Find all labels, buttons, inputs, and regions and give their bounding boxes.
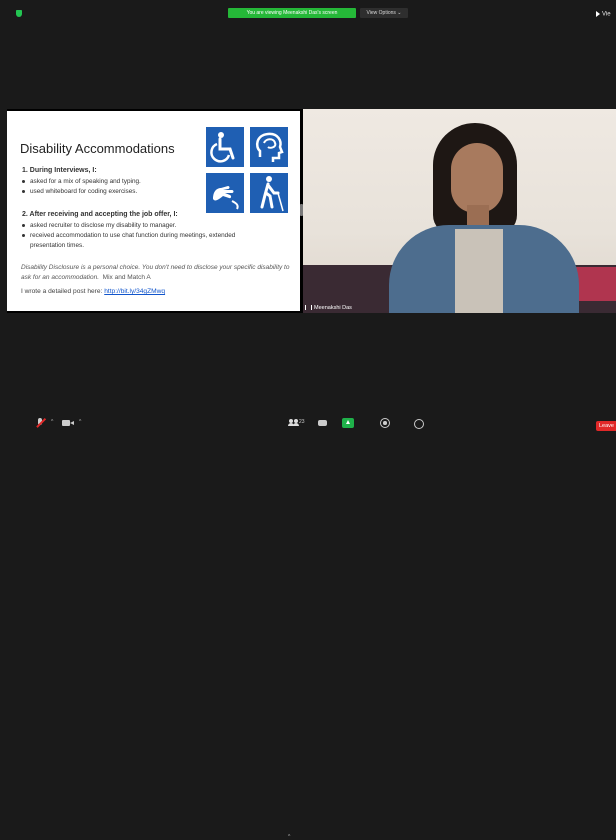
post-link[interactable]: http://bit.ly/34gZMwq — [104, 288, 165, 295]
viewing-screen-banner: You are viewing Meenakshi Das's screen — [228, 8, 356, 18]
participants-caret[interactable]: ^ — [288, 834, 290, 840]
section-2-heading: 2. After receiving and accepting the job… — [22, 211, 178, 218]
disclosure-note-tail: Mix and Match A — [102, 273, 151, 281]
person-shirt — [455, 229, 503, 313]
participant-video — [303, 109, 616, 313]
bullet-dot-icon — [22, 179, 25, 183]
chat-icon — [318, 420, 327, 426]
bullet-dot-icon — [22, 189, 25, 193]
shared-slide: Disability Accommodations 1. During Inte… — [7, 111, 300, 311]
bullet-text: used whiteboard for coding exercises. — [30, 188, 138, 195]
video-button[interactable] — [62, 417, 74, 429]
view-button[interactable]: Vie — [596, 11, 611, 18]
list-item: asked for a mix of speaking and typing. — [22, 178, 141, 185]
top-bar: You are viewing Meenakshi Das's screen V… — [0, 0, 616, 18]
section-1-heading: 1. During Interviews, I: — [22, 167, 97, 174]
shared-screen-area: Disability Accommodations 1. During Inte… — [7, 109, 616, 313]
leave-button[interactable]: Leave — [596, 421, 616, 431]
participants-count: 23 — [299, 419, 305, 425]
mute-button[interactable] — [35, 417, 46, 429]
post-prefix: I wrote a detailed post here: — [21, 288, 105, 295]
reactions-icon — [414, 419, 424, 429]
cognitive-head-icon — [250, 127, 288, 167]
list-item: used whiteboard for coding exercises. — [22, 188, 137, 195]
record-button[interactable] — [380, 417, 390, 429]
share-arrow-icon — [346, 420, 350, 424]
bullet-text: asked recruiter to disclose my disabilit… — [30, 222, 177, 229]
view-icon — [596, 11, 600, 17]
participant-name-tag: Meenakshi Das — [305, 305, 352, 311]
reactions-button[interactable] — [414, 417, 426, 429]
camera-lens-icon — [70, 421, 74, 425]
sign-language-icon — [206, 173, 244, 213]
bullet-continuation: presentation times. — [30, 242, 84, 249]
list-item: asked recruiter to disclose my disabilit… — [22, 222, 176, 229]
disclosure-note: Disability Disclosure is a personal choi… — [21, 263, 296, 282]
camera-icon — [62, 420, 70, 426]
post-line: I wrote a detailed post here: http://bit… — [21, 288, 165, 295]
bullet-dot-icon — [22, 233, 25, 237]
wheelchair-icon — [206, 127, 244, 167]
slide-title: Disability Accommodations — [20, 141, 175, 156]
view-options-button[interactable]: View Options ⌄ — [360, 8, 408, 18]
view-button-label: Vie — [602, 11, 611, 18]
bullet-dot-icon — [22, 223, 25, 227]
participant-name: Meenakshi Das — [314, 305, 352, 311]
security-shield-icon[interactable] — [16, 10, 22, 17]
blind-cane-icon — [250, 173, 288, 213]
audio-options-caret[interactable]: ^ — [51, 419, 53, 425]
chat-button[interactable] — [318, 417, 328, 429]
signal-bars-icon — [305, 305, 312, 311]
bullet-text: asked for a mix of speaking and typing. — [30, 178, 141, 185]
bullet-text: received accommodation to use chat funct… — [30, 232, 236, 239]
share-screen-button[interactable] — [342, 417, 354, 429]
disclosure-note-text: Disability Disclosure is a personal choi… — [21, 264, 290, 281]
meeting-toolbar: ^ ^ ^ — [0, 414, 616, 840]
video-options-caret[interactable]: ^ — [79, 419, 81, 425]
list-item: received accommodation to use chat funct… — [22, 232, 235, 239]
record-dot-icon — [383, 421, 387, 425]
person-face — [451, 143, 503, 213]
